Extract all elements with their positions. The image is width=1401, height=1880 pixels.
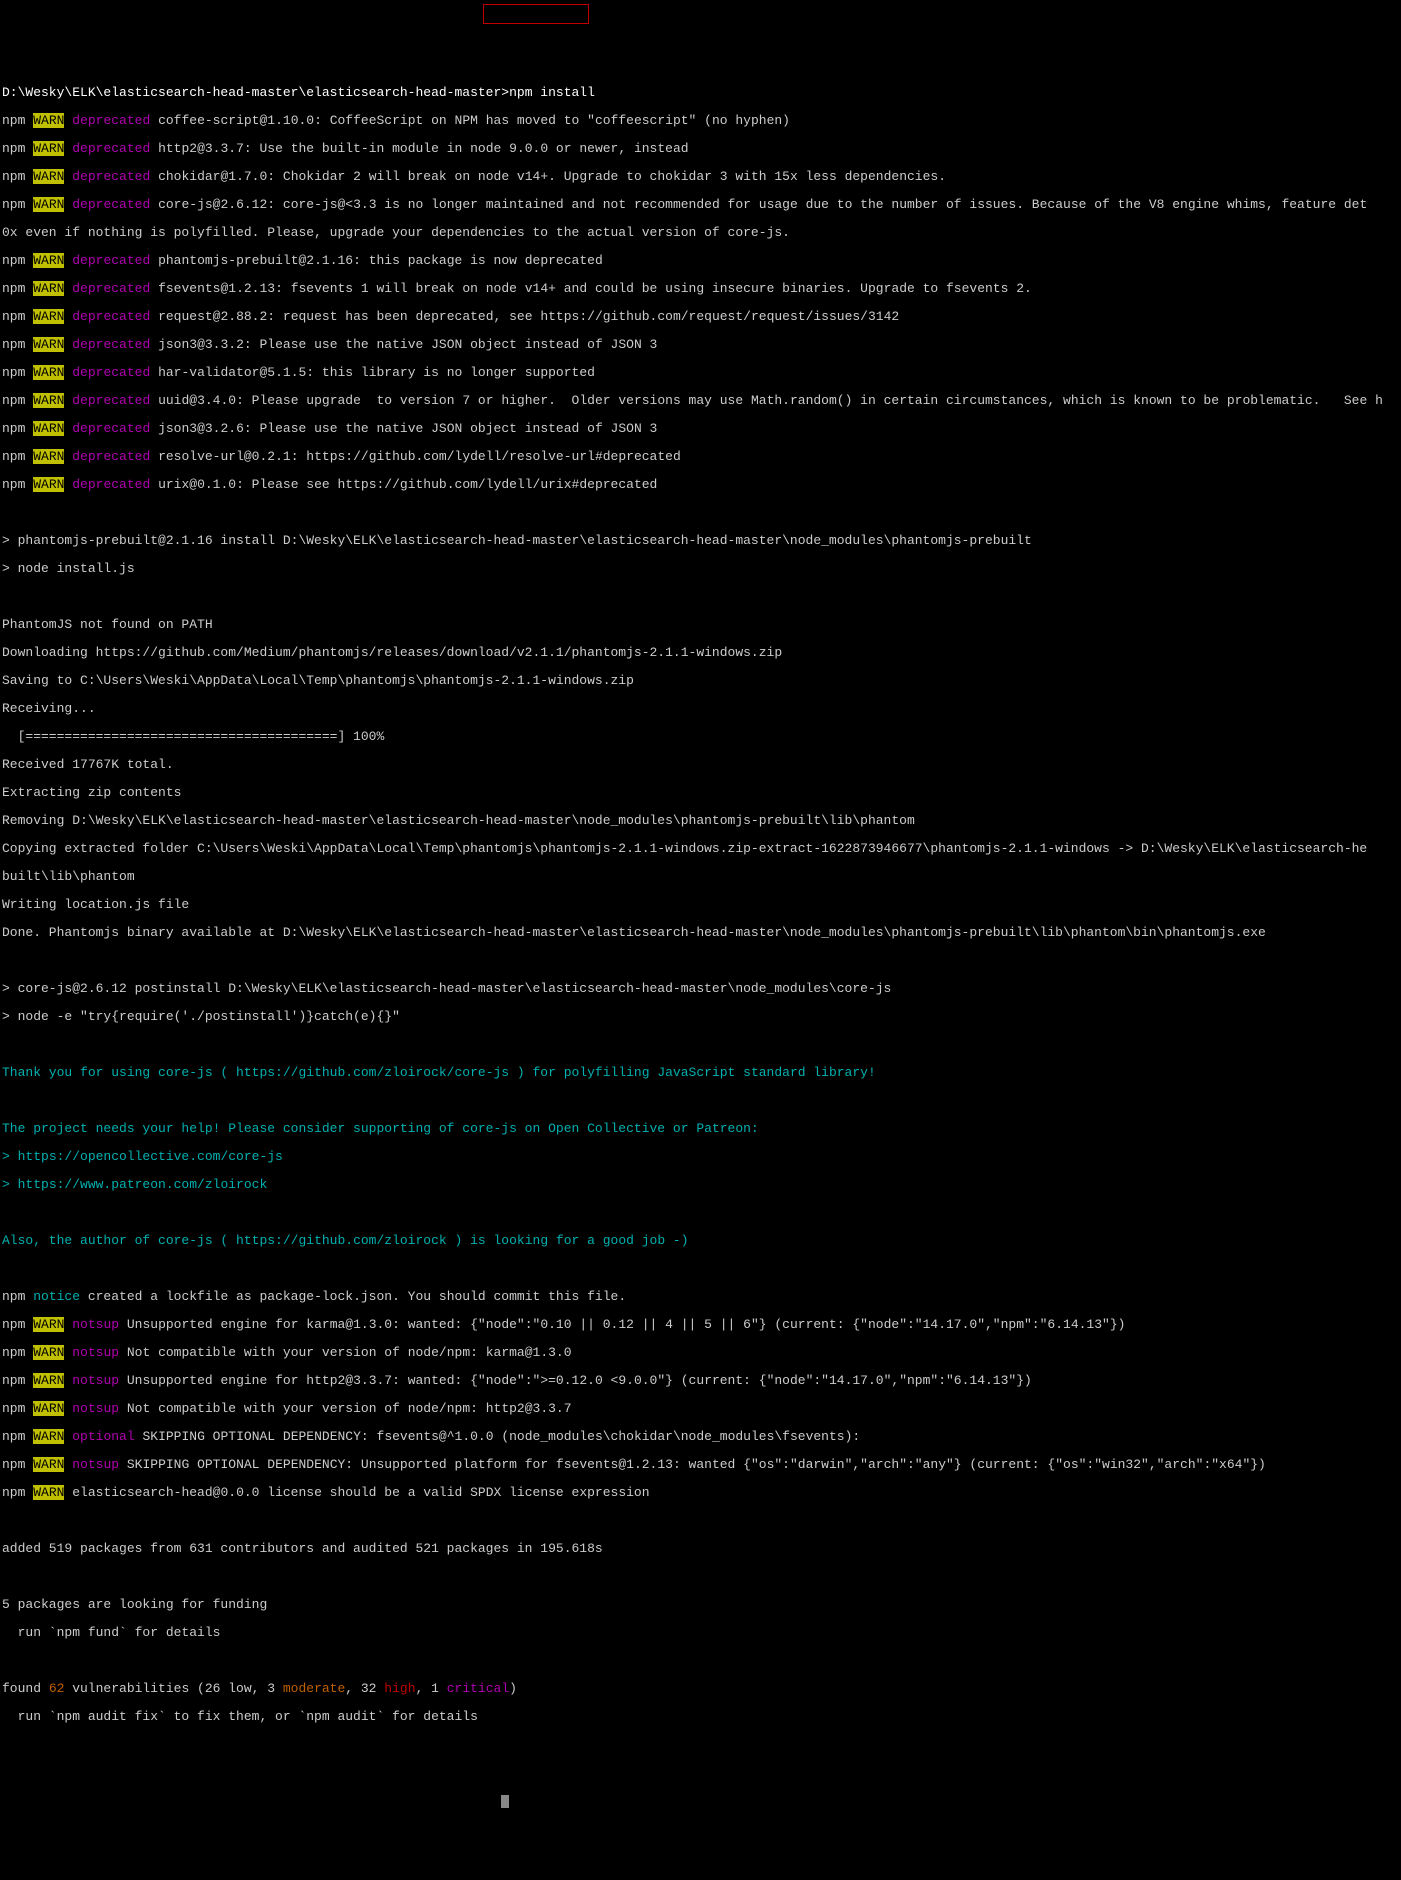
notice-tag: notice (33, 1289, 80, 1304)
terminal-line (2, 1094, 1399, 1108)
terminal-line: added 519 packages from 631 contributors… (2, 1542, 1399, 1556)
terminal-line (2, 1738, 1399, 1752)
cursor-icon (501, 1795, 509, 1808)
terminal-line: npm WARN deprecated coffee-script@1.10.0… (2, 114, 1399, 128)
terminal-line: > node install.js (2, 562, 1399, 576)
terminal-line: Downloading https://github.com/Medium/ph… (2, 646, 1399, 660)
notsup-tag: notsup (72, 1317, 119, 1332)
terminal-line: > node -e "try{require('./postinstall')}… (2, 1010, 1399, 1024)
terminal-line: Extracting zip contents (2, 786, 1399, 800)
terminal-line: npm WARN deprecated request@2.88.2: requ… (2, 310, 1399, 324)
npm-tag: npm (2, 113, 33, 128)
terminal-line: > https://www.patreon.com/zloirock (2, 1178, 1399, 1192)
moderate-label: moderate (283, 1681, 345, 1696)
terminal-line (2, 1514, 1399, 1528)
terminal-line: 0x even if nothing is polyfilled. Please… (2, 226, 1399, 240)
warn-tag: WARN (33, 113, 64, 128)
terminal-line: npm WARN notsup Unsupported engine for h… (2, 1374, 1399, 1388)
terminal-line: npm WARN deprecated fsevents@1.2.13: fse… (2, 282, 1399, 296)
terminal-line: npm WARN deprecated phantomjs-prebuilt@2… (2, 254, 1399, 268)
terminal-line: Copying extracted folder C:\Users\Weski\… (2, 842, 1399, 856)
terminal-line (2, 954, 1399, 968)
terminal-line: run `npm audit fix` to fix them, or `npm… (2, 1710, 1399, 1724)
terminal-line (2, 1766, 1399, 1780)
link-core-js[interactable]: https://github.com/zloirock/core-js (228, 1065, 517, 1080)
terminal-line: npm WARN deprecated json3@3.2.6: Please … (2, 422, 1399, 436)
terminal-line: Removing D:\Wesky\ELK\elasticsearch-head… (2, 814, 1399, 828)
critical-label: critical (447, 1681, 509, 1696)
terminal-line: npm WARN notsup Not compatible with your… (2, 1402, 1399, 1416)
terminal-line: npm WARN deprecated urix@0.1.0: Please s… (2, 478, 1399, 492)
terminal-line (2, 1654, 1399, 1668)
link-opencollective[interactable]: https://opencollective.com/core-js (18, 1149, 283, 1164)
cursor-line[interactable] (2, 1794, 1399, 1808)
terminal-line: run `npm fund` for details (2, 1626, 1399, 1640)
typed-command: npm install (509, 85, 595, 100)
terminal-line: npm WARN deprecated chokidar@1.7.0: Chok… (2, 170, 1399, 184)
terminal-line: Saving to C:\Users\Weski\AppData\Local\T… (2, 674, 1399, 688)
msg: coffee-script@1.10.0: CoffeeScript on NP… (150, 113, 790, 128)
terminal-line: npm WARN deprecated uuid@3.4.0: Please u… (2, 394, 1399, 408)
terminal-line (2, 1262, 1399, 1276)
highlight-box (483, 4, 589, 24)
terminal-line: npm WARN deprecated core-js@2.6.12: core… (2, 198, 1399, 212)
link-patreon[interactable]: https://www.patreon.com/zloirock (18, 1177, 268, 1192)
terminal-line: > phantomjs-prebuilt@2.1.16 install D:\W… (2, 534, 1399, 548)
vuln-count: 62 (49, 1681, 65, 1696)
terminal-line: Writing location.js file (2, 898, 1399, 912)
terminal-line: found 62 vulnerabilities (26 low, 3 mode… (2, 1682, 1399, 1696)
terminal-line: npm WARN deprecated resolve-url@0.2.1: h… (2, 450, 1399, 464)
high-label: high (384, 1681, 415, 1696)
terminal-line: > core-js@2.6.12 postinstall D:\Wesky\EL… (2, 982, 1399, 996)
terminal-line: built\lib\phantom (2, 870, 1399, 884)
terminal-line (2, 1038, 1399, 1052)
terminal-line: Done. Phantomjs binary available at D:\W… (2, 926, 1399, 940)
terminal-line: npm WARN notsup SKIPPING OPTIONAL DEPEND… (2, 1458, 1399, 1472)
terminal-line (2, 1570, 1399, 1584)
deprecated-tag: deprecated (72, 113, 150, 128)
prompt-path: D:\Wesky\ELK\elasticsearch-head-master\e… (2, 85, 509, 100)
terminal-line (2, 590, 1399, 604)
terminal-line: Thank you for using core-js ( https://gi… (2, 1066, 1399, 1080)
terminal-line: PhantomJS not found on PATH (2, 618, 1399, 632)
terminal-line: npm WARN elasticsearch-head@0.0.0 licens… (2, 1486, 1399, 1500)
terminal-line: > https://opencollective.com/core-js (2, 1150, 1399, 1164)
terminal-line: Also, the author of core-js ( https://gi… (2, 1234, 1399, 1248)
terminal-line: [=======================================… (2, 730, 1399, 744)
terminal-line (2, 506, 1399, 520)
terminal-line: npm WARN notsup Not compatible with your… (2, 1346, 1399, 1360)
terminal-line: npm WARN optional SKIPPING OPTIONAL DEPE… (2, 1430, 1399, 1444)
link-zloirock[interactable]: https://github.com/zloirock (228, 1233, 454, 1248)
terminal-line: 5 packages are looking for funding (2, 1598, 1399, 1612)
terminal-line: npm WARN notsup Unsupported engine for k… (2, 1318, 1399, 1332)
terminal-line: Received 17767K total. (2, 758, 1399, 772)
terminal-line: npm WARN deprecated json3@3.3.2: Please … (2, 338, 1399, 352)
terminal-line: D:\Wesky\ELK\elasticsearch-head-master\e… (2, 86, 1399, 100)
terminal-line: npm notice created a lockfile as package… (2, 1290, 1399, 1304)
terminal-line: Receiving... (2, 702, 1399, 716)
terminal-line (2, 1206, 1399, 1220)
terminal-line: npm WARN deprecated har-validator@5.1.5:… (2, 366, 1399, 380)
terminal-line: npm WARN deprecated http2@3.3.7: Use the… (2, 142, 1399, 156)
terminal-line: The project needs your help! Please cons… (2, 1122, 1399, 1136)
optional-tag: optional (72, 1429, 134, 1444)
